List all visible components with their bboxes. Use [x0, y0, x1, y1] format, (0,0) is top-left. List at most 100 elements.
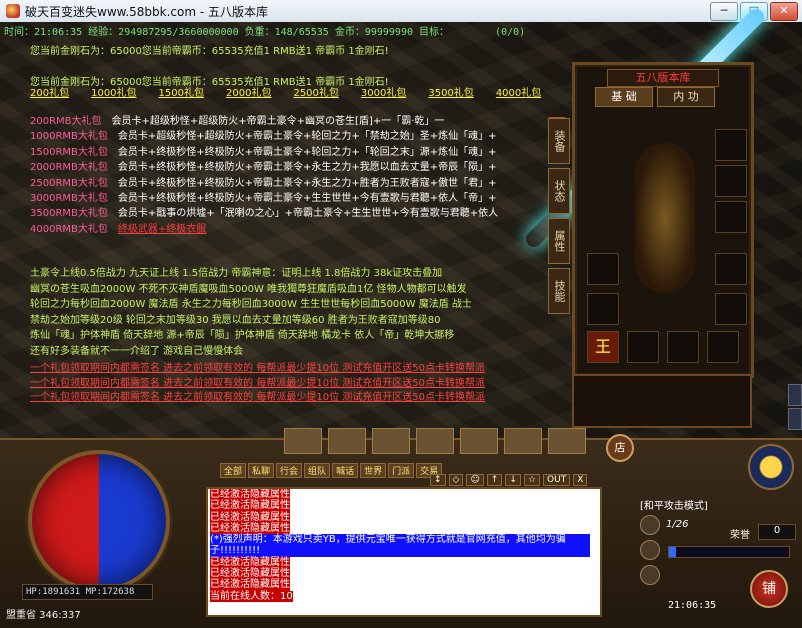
status-text: 时间：21:06:35 经验：294987295/3660000000 负重：1… [4, 27, 450, 38]
menu-round-button[interactable] [640, 565, 660, 585]
day-night-icon [748, 444, 794, 490]
menu-round-button[interactable] [640, 540, 660, 560]
info-line: 还有好多装备就不一一介绍了 游戏自己慢慢体会 [30, 345, 244, 357]
close-button[interactable]: ✕ [770, 2, 798, 21]
tab-status[interactable]: 状态 [548, 168, 570, 214]
equip-slot-necklace[interactable] [715, 129, 747, 161]
notice-line[interactable]: 一个礼包领取期间内都需签名 进去之前领取有效的 每帮派最少提10位 测试充值开区… [30, 362, 485, 377]
equip-slot-bracelet-left[interactable] [587, 253, 619, 285]
hp-mp-readout: HP:1891631 MP:172638 [22, 584, 153, 600]
menu-round-button[interactable] [640, 515, 660, 535]
chat-tab[interactable]: 全部 [220, 463, 247, 478]
equip-slot-medal[interactable] [715, 165, 747, 197]
tab-basic[interactable]: 基 础 [595, 87, 653, 107]
equipment-panel: 五八版本库 基 础 内 功 王 [572, 62, 754, 378]
chat-tab[interactable]: 门派 [388, 463, 415, 478]
package-link[interactable]: 1000礼包 [91, 84, 136, 99]
package-contents: 会员卡+超级秒怪+超级防火+帝霸土豪令+轮回之力+「禁劫之始」圣+炼仙「魂」+ [117, 131, 497, 143]
window-title: 破天百变迷失www.58bbk.com - 五八版本库 [25, 4, 269, 19]
quickbar-slot[interactable] [284, 428, 322, 454]
chat-tab[interactable]: 行会 [276, 463, 303, 478]
notice-line[interactable]: 一个礼包领取期间内都需签名 进去之前领取有效的 每帮派最少提10位 测试充值开区… [30, 377, 485, 392]
notice-line[interactable]: 一个礼包领取期间内都需签名 进去之前领取有效的 每帮派最少提10位 测试充值开区… [30, 391, 485, 406]
list-item: 4000RMB大礼包 终极武器+终极衣服 [30, 222, 498, 237]
chat-tool-button[interactable]: ◇ [448, 474, 464, 486]
chat-line: 已经激活隐藏属性 [210, 522, 290, 535]
tab-skills[interactable]: 技能 [548, 268, 570, 314]
shop-button[interactable]: 铺 [750, 570, 788, 608]
level-readout: 1/26 [666, 519, 689, 530]
chat-tab[interactable]: 私聊 [248, 463, 275, 478]
info-line: 禁劫之始加等级20级 轮回之末加等级30 我愿以血去丈量加等级60 胜者为王败者… [30, 314, 441, 326]
package-links: 200礼包 1000礼包 1500礼包 2000礼包 2500礼包 3000礼包… [30, 84, 541, 99]
package-link[interactable]: 2000礼包 [226, 84, 271, 99]
equip-slot-boots[interactable] [667, 331, 699, 363]
chat-tab[interactable]: 喊话 [332, 463, 359, 478]
equip-slot-ring-right[interactable] [715, 293, 747, 325]
scroll-down-icon[interactable] [788, 408, 802, 430]
chat-tool-button[interactable]: ↑ [486, 474, 503, 486]
app-icon [6, 4, 20, 18]
package-link[interactable]: 3000礼包 [361, 84, 406, 99]
chat-tool-button[interactable]: X [573, 474, 588, 486]
package-contents: 会员卡+终极秒怪+终极防火+帝霸土豪令+永生之力+胜者为王败者寇+傲世「君」+ [117, 177, 497, 189]
equip-slot-bracelet-right[interactable] [715, 253, 747, 285]
package-link[interactable]: 4000礼包 [496, 84, 541, 99]
equip-slot-gem[interactable] [707, 331, 739, 363]
chat-tab[interactable]: 世界 [360, 463, 387, 478]
package-contents[interactable]: 终极武器+终极衣服 [118, 222, 206, 237]
scroll-up-icon[interactable] [788, 384, 802, 406]
quickbar-slot[interactable] [328, 428, 366, 454]
exp-bar [668, 546, 790, 558]
package-name[interactable]: 1000RMB大礼包 [30, 129, 108, 144]
tab-attributes[interactable]: 属性 [548, 218, 570, 264]
chat-line: 已经激活隐藏属性 [210, 489, 290, 501]
package-name[interactable]: 3500RMB大礼包 [30, 206, 108, 221]
package-name[interactable]: 1500RMB大礼包 [30, 145, 108, 160]
chat-tool-button[interactable]: OUT [543, 474, 571, 486]
package-contents: 会员卡+戬事の烘墟+「泯喇の之心」+帝霸土豪令+生生世世+今有壹歌与君聽+依人 [117, 208, 499, 220]
chat-tool-button[interactable]: ↓ [505, 474, 521, 486]
shop-top-button[interactable]: 店 [606, 434, 634, 462]
equip-slot-belt[interactable] [627, 331, 659, 363]
target-count: (0/0) [495, 27, 526, 38]
quickbar-slot[interactable] [548, 428, 586, 454]
status-line: 时间：21:06:35 经验：294987295/3660000000 负重：1… [4, 23, 525, 38]
tab-inner-power[interactable]: 内 功 [657, 87, 715, 107]
package-name[interactable]: 2000RMB大礼包 [30, 160, 108, 175]
list-item: 3500RMB大礼包 会员卡+戬事の烘墟+「泯喇の之心」+帝霸土豪令+生生世世+今… [30, 206, 498, 221]
package-name[interactable]: 4000RMB大礼包 [30, 222, 108, 237]
tab-equip[interactable]: 装备 [548, 118, 570, 164]
chat-tab[interactable]: 组队 [304, 463, 331, 478]
package-link[interactable]: 2500礼包 [293, 84, 338, 99]
minimize-button[interactable]: ─ [710, 2, 738, 21]
info-line: 土豪令上线0.5倍战力 九天证上线 1.5倍战力 帝霸神意：证明上线 1.8倍战… [30, 268, 443, 279]
package-link[interactable]: 1500礼包 [159, 84, 204, 99]
equip-slot-helmet[interactable] [715, 201, 747, 233]
chat-tool-button[interactable]: ☺ [466, 474, 484, 486]
attack-mode[interactable]: [和平攻击模式] [640, 497, 708, 512]
equip-slot-ring-left[interactable] [587, 293, 619, 325]
quickbar-slot[interactable] [460, 428, 498, 454]
package-link[interactable]: 200礼包 [30, 84, 69, 99]
package-name[interactable]: 2500RMB大礼包 [30, 176, 108, 191]
map-location: 盟重省 346:337 [6, 610, 81, 621]
package-name[interactable]: 3000RMB大礼包 [30, 191, 108, 206]
big-package-list: 200RMB大礼包 会员卡+超级秒怪+超级防火+帝霸土豪令+幽冥の苍生[盾]+一「… [30, 114, 498, 237]
list-item: 200RMB大礼包 会员卡+超级秒怪+超级防火+帝霸土豪令+幽冥の苍生[盾]+一「… [30, 114, 498, 129]
chat-line: 已经激活隐藏属性 [210, 568, 290, 580]
quickbar-slot[interactable] [504, 428, 542, 454]
chat-tool-button[interactable]: ☆ [523, 474, 541, 486]
quickbar-slot[interactable] [416, 428, 454, 454]
quickbar-slot[interactable] [372, 428, 410, 454]
honor-label: 荣誉 [730, 530, 750, 541]
equip-slot-king[interactable]: 王 [587, 331, 619, 363]
package-link[interactable]: 3500礼包 [428, 84, 473, 99]
chat-log[interactable]: 已经激活隐藏属性 已经激活隐藏属性 已经激活隐藏属性 已经激活隐藏属性 (*)强… [206, 487, 602, 617]
list-item: 2000RMB大礼包 会员卡+终极秒怪+终极防火+帝霸土豪令+永生之力+我愿以血去… [30, 160, 498, 175]
chat-tool-button[interactable]: ↕ [430, 474, 446, 486]
list-item: 1500RMB大礼包 会员卡+终极秒怪+终极防火+帝霸土豪令+轮回之力+「轮回之末… [30, 145, 498, 160]
package-contents: 会员卡+超级秒怪+超级防火+帝霸土豪令+幽冥の苍生[盾]+一「霸·乾」一 [111, 116, 445, 127]
package-name[interactable]: 200RMB大礼包 [30, 114, 102, 129]
chat-line: 已经激活隐藏属性 [210, 579, 290, 591]
